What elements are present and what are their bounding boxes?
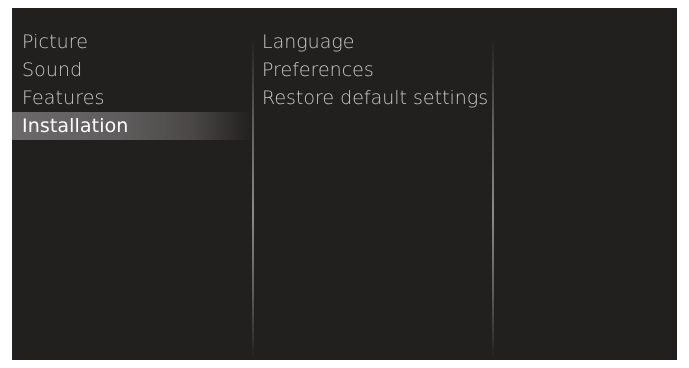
column-divider	[492, 38, 494, 358]
submenu-item-restore-defaults[interactable]: Restore default settings	[252, 84, 492, 112]
menu-item-installation[interactable]: Installation	[12, 112, 252, 140]
menu-item-sound[interactable]: Sound	[12, 56, 252, 84]
tv-menu-screen: Picture Sound Features Installation Lang…	[12, 8, 677, 360]
main-menu: Picture Sound Features Installation	[12, 28, 252, 140]
menu-item-picture[interactable]: Picture	[12, 28, 252, 56]
menu-item-features[interactable]: Features	[12, 84, 252, 112]
submenu: Language Preferences Restore default set…	[252, 28, 492, 112]
submenu-item-language[interactable]: Language	[252, 28, 492, 56]
submenu-item-preferences[interactable]: Preferences	[252, 56, 492, 84]
